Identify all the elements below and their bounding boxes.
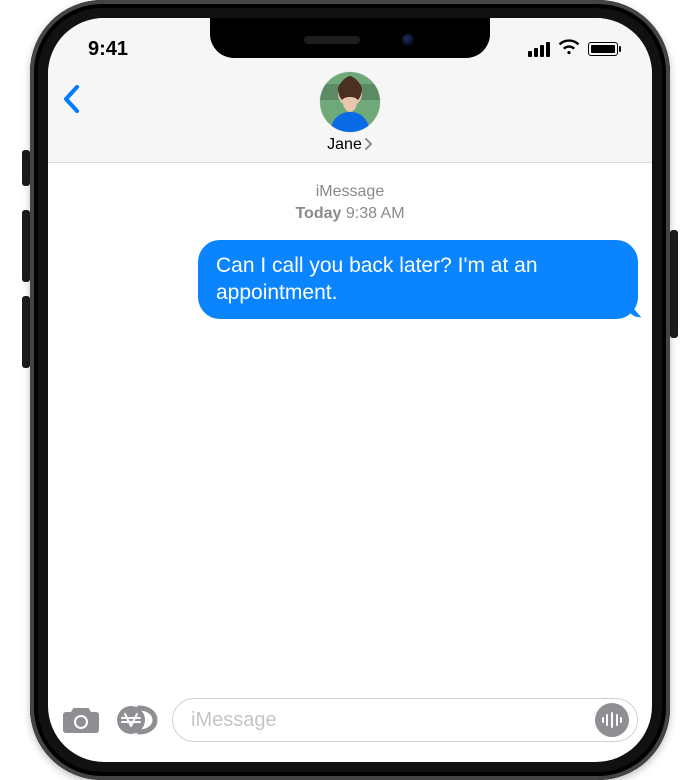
timestamp-day: Today	[295, 205, 341, 222]
volume-down-button	[22, 296, 30, 368]
thread-timestamp: iMessage Today 9:38 AM	[62, 181, 638, 224]
device-frame: 9:41	[30, 0, 670, 780]
camera-button[interactable]	[62, 705, 100, 735]
service-label: iMessage	[62, 181, 638, 203]
volume-up-button	[22, 210, 30, 282]
back-button[interactable]	[62, 84, 80, 121]
side-switch	[22, 150, 30, 186]
timestamp-time: 9:38 AM	[346, 205, 405, 222]
power-button	[670, 230, 678, 338]
app-drawer-button[interactable]	[112, 704, 160, 736]
contact-name-label: Jane	[327, 136, 362, 154]
compose-bar	[48, 690, 652, 762]
front-camera	[402, 34, 414, 46]
contact-avatar[interactable]	[320, 72, 380, 132]
battery-icon	[588, 42, 618, 56]
status-time: 9:41	[88, 38, 128, 61]
message-input[interactable]	[191, 709, 585, 732]
sent-message-bubble[interactable]: Can I call you back later? I'm at an app…	[198, 240, 638, 319]
chevron-right-icon	[364, 137, 373, 153]
message-thread[interactable]: iMessage Today 9:38 AM Can I call you ba…	[48, 163, 652, 690]
earpiece	[304, 36, 360, 44]
conversation-header: Jane	[48, 68, 652, 163]
contact-name-button[interactable]: Jane	[327, 136, 373, 154]
message-row: Can I call you back later? I'm at an app…	[62, 240, 638, 319]
message-text: Can I call you back later? I'm at an app…	[216, 254, 538, 304]
notch	[210, 18, 490, 58]
message-input-container	[172, 698, 638, 742]
screen: 9:41	[48, 18, 652, 762]
cellular-signal-icon	[528, 42, 550, 57]
audio-message-button[interactable]	[595, 703, 629, 737]
wifi-icon	[558, 38, 580, 61]
